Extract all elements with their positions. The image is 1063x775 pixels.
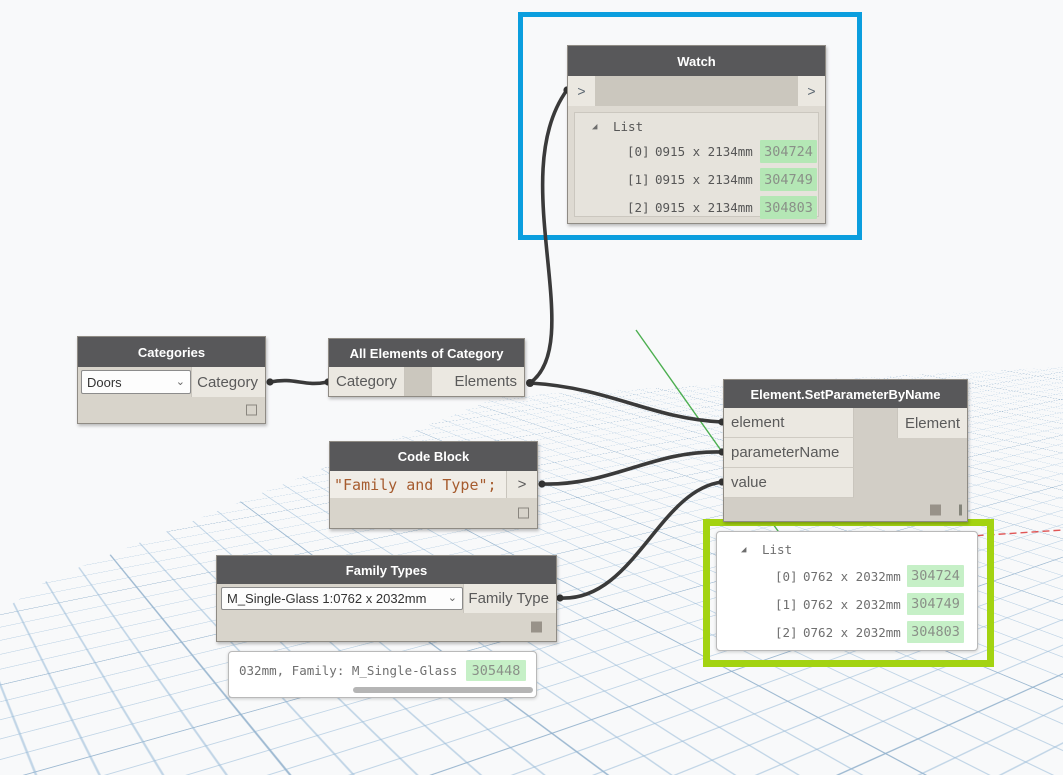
node-watch-title[interactable]: Watch [568, 46, 825, 76]
preview-toggle[interactable] [246, 404, 257, 416]
family-types-dropdown-value: M_Single-Glass 1:0762 x 2032mm [227, 591, 427, 606]
node-element-setparameterbyname[interactable]: Element.SetParameterByName element param… [723, 379, 968, 522]
chevron-down-icon: ⌄ [175, 375, 185, 388]
familytypes-footer [217, 613, 556, 641]
list-item-value: 0762 x 2032mm [803, 597, 901, 612]
lacing-indicator-icon[interactable] [959, 504, 962, 515]
family-types-dropdown[interactable]: M_Single-Glass 1:0762 x 2032mm ⌄ [221, 587, 463, 610]
node-all-elements-of-category[interactable]: All Elements of Category Category Elemen… [328, 338, 525, 397]
categories-dropdown-value: Doors [87, 374, 122, 390]
preview-toggle[interactable] [531, 621, 542, 633]
node-setparam-title[interactable]: Element.SetParameterByName [724, 380, 967, 408]
list-item-index: [0] [775, 569, 798, 584]
wire-category-to-allelements[interactable] [268, 378, 330, 386]
code-block-code[interactable]: "Family and Type"; [330, 471, 506, 498]
list-item-value: 0762 x 2032mm [803, 625, 901, 640]
codeblock-output-port[interactable]: > [506, 471, 537, 498]
allcat-input-port[interactable]: Category [329, 367, 405, 396]
preview-toggle[interactable] [930, 504, 941, 515]
expander-icon[interactable]: ◢ [741, 545, 746, 555]
list-item-index: [2] [627, 200, 650, 215]
element-id-badge: 304803 [907, 621, 964, 643]
categories-output-port[interactable]: Category [191, 367, 265, 397]
list-item-value: 0762 x 2032mm [803, 569, 901, 584]
element-id-badge: 304749 [760, 168, 817, 191]
list-item-index: [1] [627, 172, 650, 187]
element-id-badge: 304803 [760, 196, 817, 219]
watch-output-port[interactable]: > [798, 76, 825, 106]
codeblock-footer [330, 498, 537, 528]
list-item-value: 0915 x 2134mm [655, 172, 753, 187]
setparam-output-port[interactable]: Element [897, 408, 967, 438]
wire-elements-to-watch[interactable] [528, 88, 569, 385]
allcat-port-gap [405, 367, 431, 396]
dynamo-canvas[interactable]: Watch > > ◢ List [0] 0915 x 2134mm 30472… [0, 0, 1063, 775]
list-item-index: [2] [775, 625, 798, 640]
wire-codeblock-to-parametername[interactable] [540, 450, 724, 486]
setparam-input-value[interactable]: value [724, 468, 854, 498]
setparam-preview-bubble: ◢ List [0] 0762 x 2032mm 304724 [1] 0762… [716, 531, 978, 651]
chevron-down-icon: ⌄ [447, 592, 457, 604]
node-familytypes-title[interactable]: Family Types [217, 556, 556, 584]
node-watch[interactable]: Watch > > ◢ List [0] 0915 x 2134mm 30472… [567, 45, 826, 224]
element-id-badge: 304724 [907, 565, 964, 587]
watch-port-gap [595, 76, 798, 106]
expander-icon[interactable]: ◢ [592, 122, 597, 132]
node-codeblock-title[interactable]: Code Block [330, 442, 537, 471]
node-code-block[interactable]: Code Block "Family and Type"; > [329, 441, 538, 529]
node-allcat-title[interactable]: All Elements of Category [329, 339, 524, 367]
categories-footer [78, 397, 265, 423]
preview-list-label: List [762, 542, 793, 557]
list-item-value: 0915 x 2134mm [655, 200, 753, 215]
allcat-output-port[interactable]: Elements [431, 367, 524, 396]
setparam-input-parametername[interactable]: parameterName [724, 438, 854, 468]
element-id-badge: 305448 [466, 660, 526, 681]
node-categories-title[interactable]: Categories [78, 337, 265, 367]
categories-dropdown[interactable]: Doors ⌄ [81, 370, 191, 394]
watch-list-label: List [613, 119, 644, 134]
list-item-value: 0915 x 2134mm [655, 144, 753, 159]
watch-preview-area: ◢ List [0] 0915 x 2134mm 304724 [1] 0915… [574, 112, 819, 219]
wire-familytype-to-value[interactable] [558, 480, 724, 600]
node-family-types[interactable]: Family Types M_Single-Glass 1:0762 x 203… [216, 555, 557, 642]
wire-elements-to-element[interactable] [528, 381, 724, 424]
setparam-input-element[interactable]: element [724, 408, 854, 438]
setparam-footer [724, 498, 967, 521]
node-categories[interactable]: Categories Doors ⌄ Category [77, 336, 266, 424]
preview-toggle[interactable] [518, 507, 529, 519]
horizontal-scrollbar[interactable] [353, 687, 533, 693]
familytypes-output-port[interactable]: Family Type [463, 584, 556, 613]
familytypes-preview-bubble: 032mm, Family: M_Single-Glass 1 305448 [228, 651, 537, 698]
list-item-index: [1] [775, 597, 798, 612]
preview-text: 032mm, Family: M_Single-Glass 1 [239, 663, 473, 678]
element-id-badge: 304724 [760, 140, 817, 163]
list-item-index: [0] [627, 144, 650, 159]
element-id-badge: 304749 [907, 593, 964, 615]
watch-input-port[interactable]: > [568, 76, 595, 106]
